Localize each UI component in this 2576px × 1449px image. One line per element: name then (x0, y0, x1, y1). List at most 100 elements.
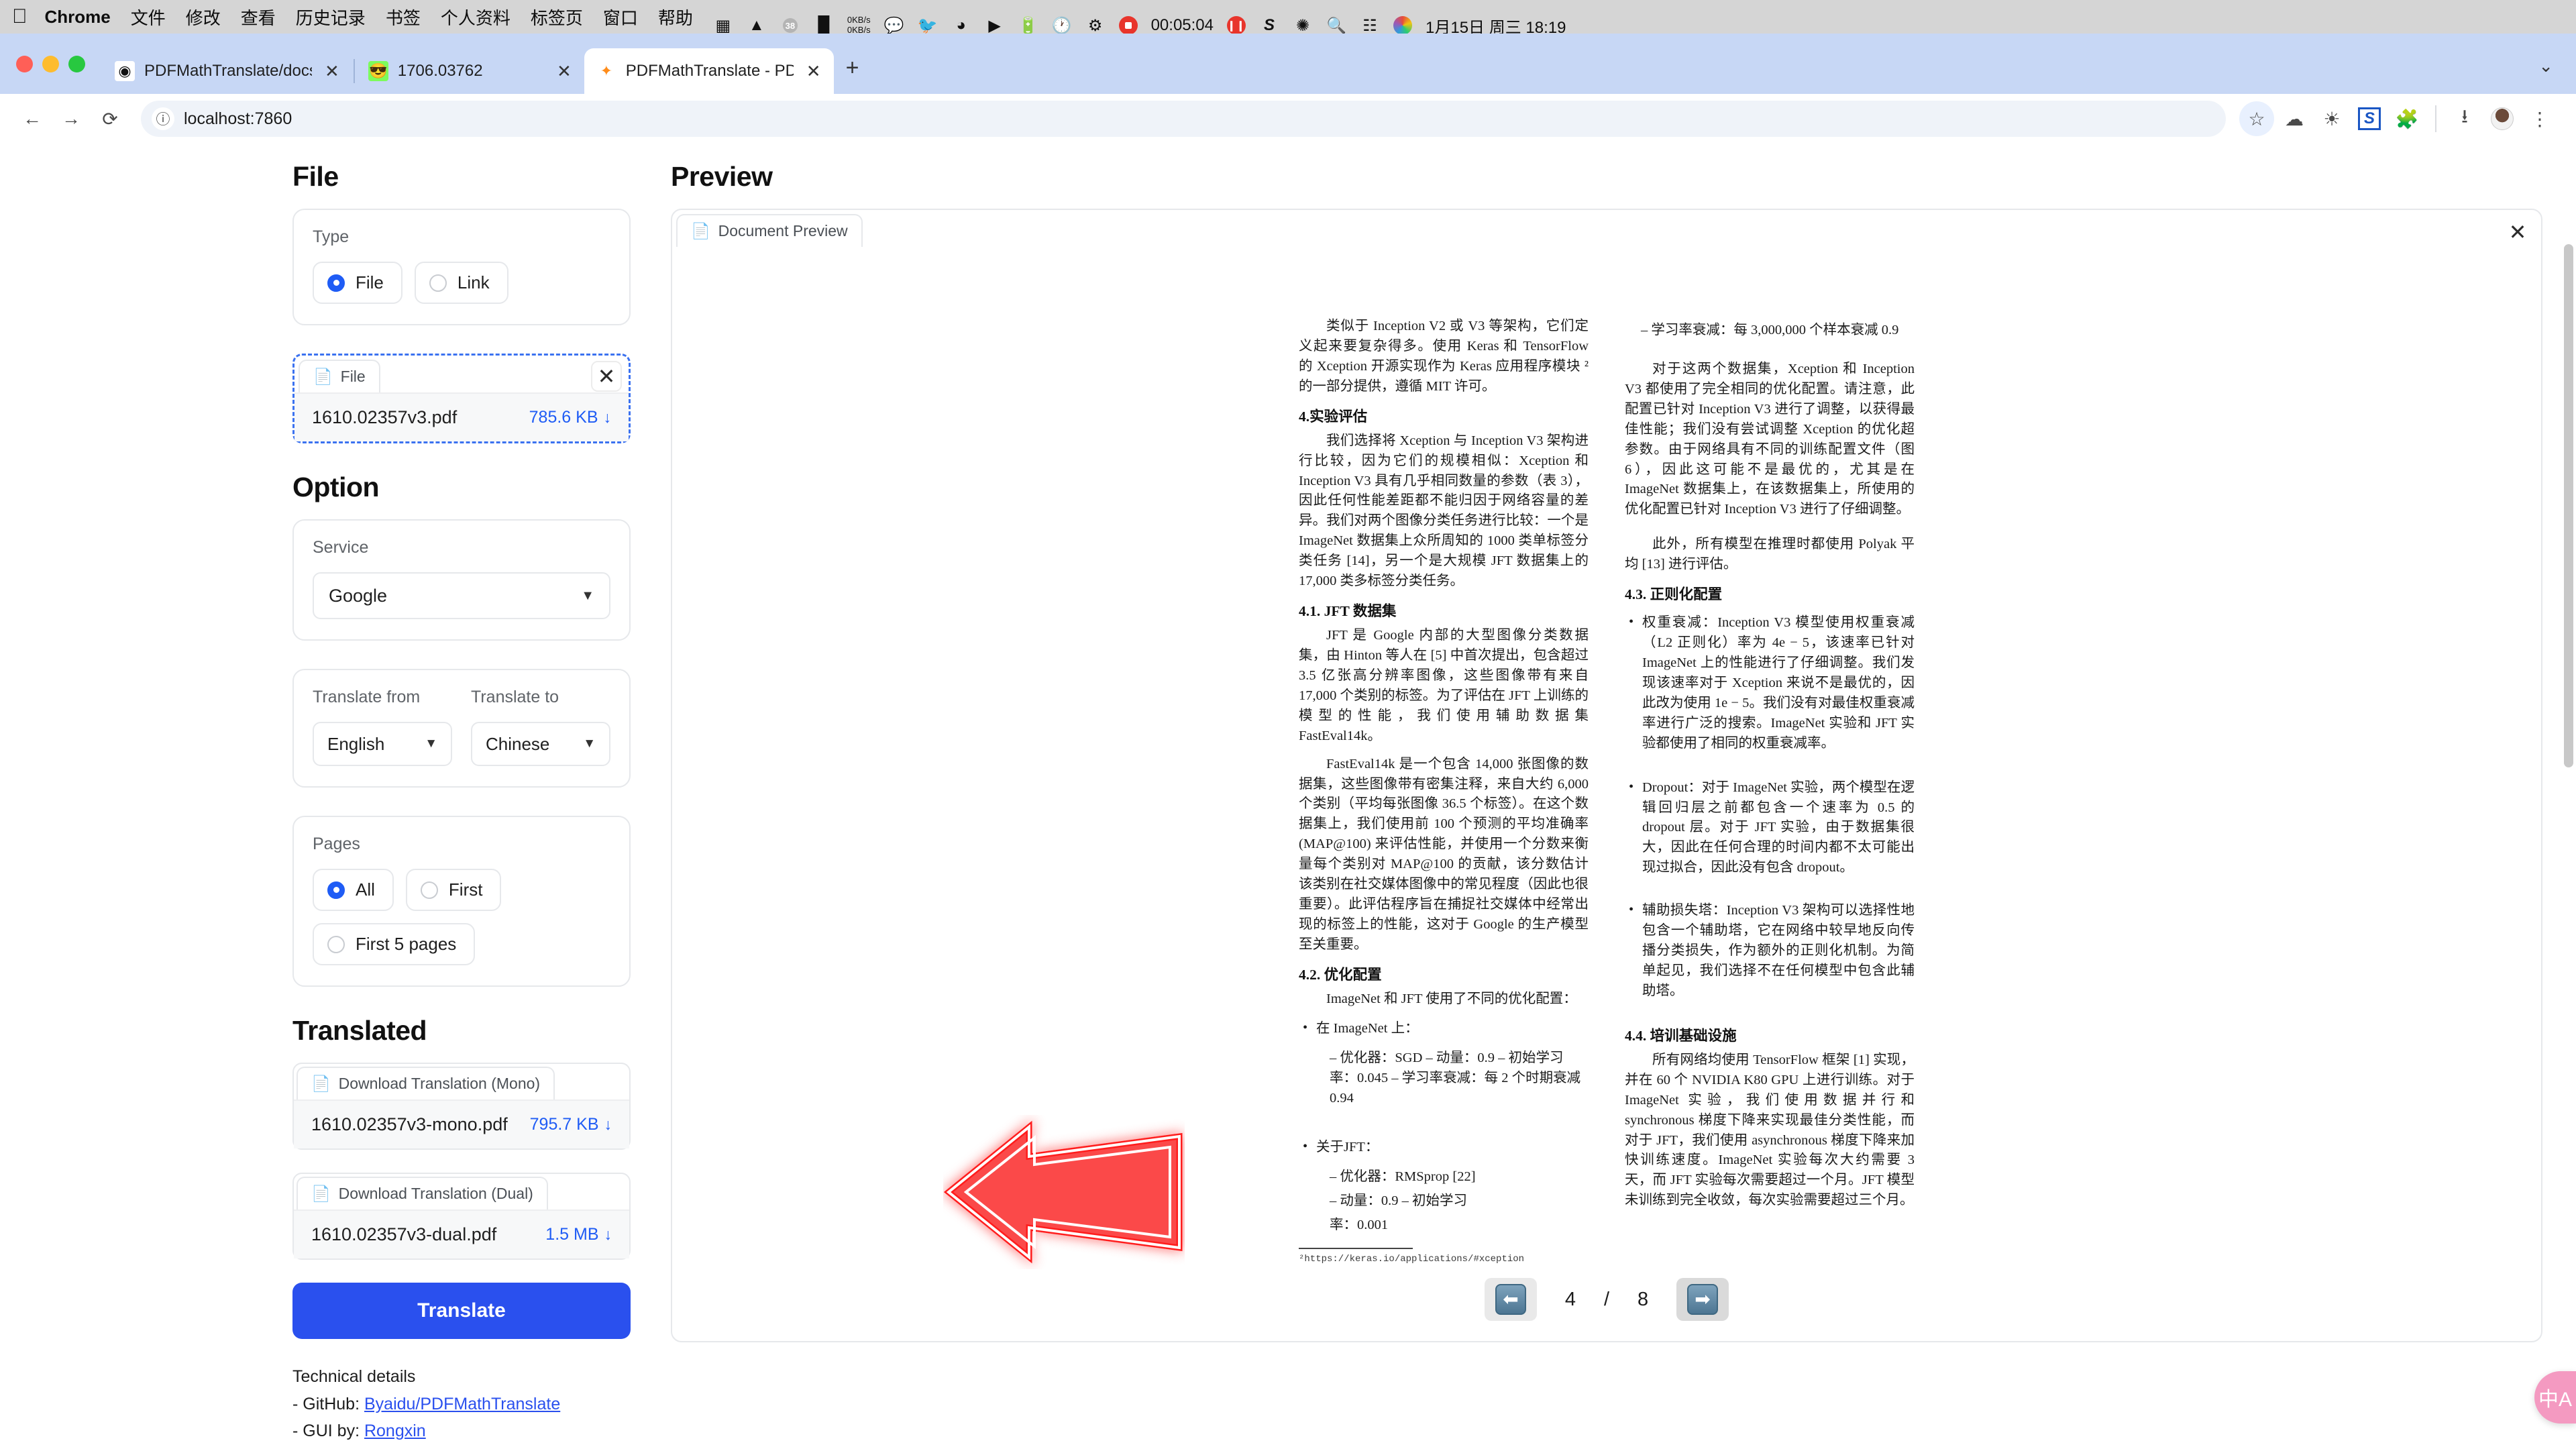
control-center-icon[interactable]: ⚙ (1085, 15, 1106, 36)
menu-item-profiles[interactable]: 个人资料 (441, 5, 511, 30)
service-dropdown[interactable]: Google ▼ (313, 572, 610, 619)
menu-item-edit[interactable]: 修改 (186, 5, 221, 30)
file-size-label: 1.5 MB (545, 1225, 599, 1244)
maximize-window-button[interactable] (68, 56, 85, 72)
avatar[interactable] (2485, 101, 2520, 136)
dropbox-icon[interactable]: ▲ (747, 15, 767, 36)
battery-percent-label: 38 (786, 21, 795, 31)
radio-type-file[interactable]: File (313, 262, 402, 304)
bookmark-star-icon[interactable]: ☆ (2239, 101, 2274, 136)
radio-pages-first5[interactable]: First 5 pages (313, 923, 476, 965)
battery-icon[interactable]: 🔋 (1018, 15, 1038, 36)
pdf-right-column: – 学习率衰减：每 3,000,000 个样本衰减 0.9 对于这两个数据集，X… (1625, 317, 1915, 1220)
downloads-icon[interactable]: ⭳ (2447, 101, 2482, 136)
clear-file-button[interactable]: ✕ (591, 361, 622, 392)
menu-item-tabs[interactable]: 标签页 (531, 5, 583, 30)
input-source-icon[interactable]: ▦ (713, 15, 733, 36)
radio-pages-all[interactable]: All (313, 869, 394, 911)
scrollbar-thumb[interactable] (2564, 244, 2573, 767)
prev-page-button[interactable]: ⬅ (1484, 1278, 1537, 1321)
control-center-grid-icon[interactable]: ☷ (1360, 15, 1380, 36)
menu-item-view[interactable]: 查看 (241, 5, 276, 30)
extension-cloud-icon[interactable]: ☁ (2277, 101, 2312, 136)
translate-to-dropdown[interactable]: Chinese ▼ (471, 722, 610, 766)
extension-glasses-icon[interactable]: ☀ (2314, 101, 2349, 136)
spotlight-search-icon[interactable]: 🔍 (1326, 15, 1346, 36)
siri-icon[interactable] (1393, 16, 1412, 35)
menu-item-file[interactable]: 文件 (131, 5, 166, 30)
app-page: File Type File Link 📄 File ✕ 1610.02357v… (0, 144, 2576, 1449)
menu-item-help[interactable]: 帮助 (658, 5, 693, 30)
back-icon[interactable]: ← (15, 101, 50, 136)
menu-item-window[interactable]: 窗口 (603, 5, 638, 30)
translate-button[interactable]: Translate (292, 1283, 631, 1339)
file-dropzone[interactable]: 📄 File ✕ 1610.02357v3.pdf 785.6 KB ↓ (292, 354, 631, 443)
download-dual-row[interactable]: 1610.02357v3-dual.pdf 1.5 MB ↓ (294, 1210, 629, 1258)
tab-arxiv-paper[interactable]: 😎 1706.03762 ✕ (356, 48, 584, 94)
sogou-extension-icon[interactable]: S (2352, 101, 2387, 136)
close-tab-icon[interactable]: ✕ (321, 61, 343, 81)
radio-label: First 5 pages (356, 934, 457, 954)
github-link[interactable]: Byaidu/PDFMathTranslate (364, 1395, 560, 1413)
chevron-down-icon[interactable]: ⌄ (2538, 56, 2576, 94)
translate-from-dropdown[interactable]: English ▼ (313, 722, 452, 766)
network-speed-indicator[interactable]: 0KB/s 0KB/s (847, 15, 871, 36)
close-window-button[interactable] (16, 56, 33, 72)
evernote-icon[interactable]: 🐦 (918, 15, 938, 36)
bartender-icon[interactable]: █ (814, 15, 834, 36)
pdf-bullet: 在 ImageNet 上： (1303, 1018, 1589, 1039)
radio-label: First (448, 879, 483, 900)
close-preview-button[interactable]: ✕ (2502, 217, 2533, 248)
page-scrollbar[interactable] (2564, 150, 2573, 1442)
minimize-window-button[interactable] (42, 56, 59, 72)
clock-icon[interactable]: 🕐 (1052, 15, 1072, 36)
site-info-icon[interactable]: ⓘ (152, 107, 174, 130)
technical-heading: Technical details (292, 1367, 416, 1386)
next-page-button[interactable]: ➡ (1676, 1278, 1729, 1321)
download-arrow-icon[interactable]: ↓ (604, 409, 612, 427)
translate-to-value: Chinese (486, 733, 550, 754)
uploaded-file-row[interactable]: 1610.02357v3.pdf 785.6 KB ↓ (294, 392, 629, 441)
wifi-icon[interactable]: ◕ (951, 15, 971, 36)
download-arrow-icon[interactable]: ↓ (604, 1116, 612, 1134)
battery-percent-icon[interactable]: 38 (780, 15, 800, 36)
pdf-viewport: 类似于 Inception V2 或 V3 等架构，它们定义起来要复杂得多。使用… (672, 247, 2541, 1263)
new-tab-button[interactable]: + (846, 56, 859, 94)
document-preview-card: 📄 Document Preview ✕ 类似于 Inception V2 或 … (671, 209, 2542, 1342)
forward-icon[interactable]: → (54, 101, 89, 136)
tab-title: PDFMathTranslate/docs/READ (144, 62, 312, 80)
menu-item-history[interactable]: 历史记录 (296, 5, 366, 30)
pages-label: Pages (313, 835, 360, 853)
tab-github-readme[interactable]: ◉ PDFMathTranslate/docs/READ ✕ (103, 48, 352, 94)
menu-item-bookmarks[interactable]: 书签 (386, 5, 421, 30)
recording-stop-icon[interactable] (1118, 16, 1138, 35)
address-bar[interactable]: ⓘ localhost:7860 (141, 101, 2226, 137)
reload-icon[interactable]: ⟳ (93, 101, 127, 136)
pdf-subitem: 率：0.001 (1330, 1218, 1389, 1233)
pdf-paragraph: JFT 是 Google 内部的大型图像分类数据集，由 Hinton 等人在 [… (1299, 628, 1589, 743)
chrome-menu-icon[interactable]: ⋮ (2522, 101, 2557, 136)
document-preview-chip: 📄 Document Preview (676, 214, 863, 247)
radio-type-link[interactable]: Link (414, 262, 508, 304)
wechat-icon[interactable]: 💬 (884, 15, 904, 36)
recording-pause-icon[interactable]: ❙❙ (1227, 16, 1246, 35)
download-mono-chip-label: Download Translation (Mono) (338, 1075, 541, 1092)
window-traffic-lights (16, 56, 85, 94)
download-arrow-icon[interactable]: ↓ (604, 1226, 612, 1244)
menu-item-chrome[interactable]: Chrome (45, 7, 111, 28)
tab-pdfmathtranslate[interactable]: ✦ PDFMathTranslate - PDF Tran ✕ (584, 48, 834, 94)
apple-icon[interactable]:  (12, 7, 28, 27)
download-mono-size[interactable]: 795.7 KB ↓ (530, 1115, 612, 1134)
radio-pages-first[interactable]: First (405, 869, 502, 911)
languages-card: Translate from English ▼ Translate to Ch… (292, 669, 631, 788)
download-mono-row[interactable]: 1610.02357v3-mono.pdf 795.7 KB ↓ (294, 1099, 629, 1148)
gui-author-link[interactable]: Rongxin (364, 1421, 426, 1440)
uploaded-file-size[interactable]: 785.6 KB ↓ (529, 408, 611, 427)
media-play-icon[interactable]: ▶ (985, 15, 1005, 36)
close-tab-icon[interactable]: ✕ (803, 61, 824, 81)
close-tab-icon[interactable]: ✕ (553, 61, 575, 81)
download-dual-size[interactable]: 1.5 MB ↓ (545, 1225, 612, 1244)
sogou-input-icon[interactable]: S (1259, 15, 1279, 36)
bluetooth-icon[interactable]: ✺ (1293, 15, 1313, 36)
extensions-puzzle-icon[interactable]: 🧩 (2390, 101, 2424, 136)
